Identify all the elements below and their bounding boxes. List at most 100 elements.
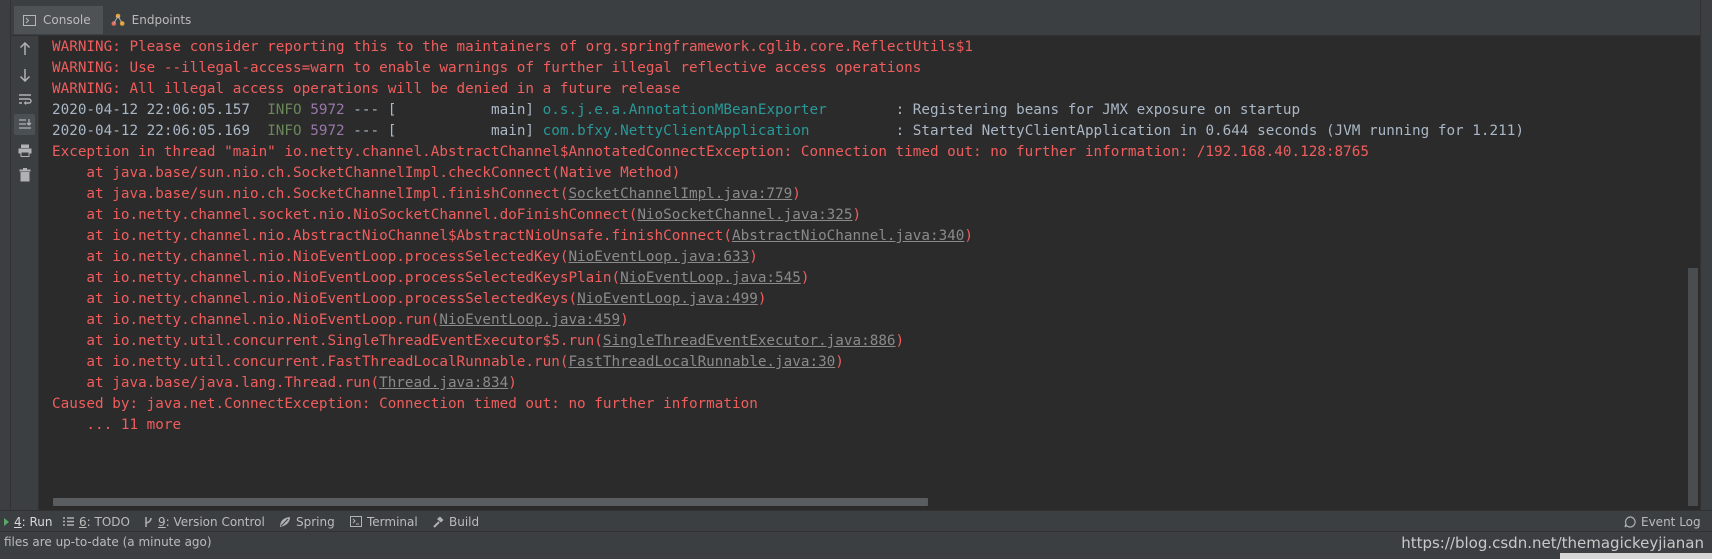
console-text: Exception in thread "main" io.netty.chan…	[52, 144, 1369, 160]
todo-toolwindow-button[interactable]: 6: TODO	[63, 511, 130, 532]
run-mnemonic: 4	[14, 514, 22, 529]
console-text: at io.netty.util.concurrent.SingleThread…	[52, 333, 603, 349]
process-id: 5972	[310, 123, 345, 139]
terminal-toolwindow-button[interactable]: Terminal	[350, 511, 418, 532]
clear-all-button[interactable]	[14, 164, 35, 185]
console-line: at java.base/java.lang.Thread.run(Thread…	[52, 372, 516, 395]
stacktrace-source-link[interactable]: NioEventLoop.java:499	[577, 291, 758, 307]
stacktrace-source-link[interactable]: AbstractNioChannel.java:340	[732, 228, 964, 244]
console-text: )	[749, 249, 758, 265]
stacktrace-source-link[interactable]: Thread.java:834	[379, 375, 508, 391]
spring-leaf-icon	[279, 516, 291, 528]
console-line: Caused by: java.net.ConnectException: Co…	[52, 393, 758, 416]
watermark-text: https://blog.csdn.net/themagickeyjianan	[1401, 534, 1704, 552]
todo-list-icon	[63, 517, 74, 526]
stacktrace-source-link[interactable]: NioSocketChannel.java:325	[637, 207, 852, 223]
scroll-down-button[interactable]	[14, 64, 35, 85]
stacktrace-source-link[interactable]: NioEventLoop.java:459	[439, 312, 620, 328]
tab-console[interactable]: Console	[14, 6, 103, 34]
print-button[interactable]	[14, 140, 35, 161]
console-text: : Started NettyClientApplication in 0.64…	[886, 123, 1524, 139]
console-line: ... 11 more	[52, 414, 181, 437]
console-text: at io.netty.channel.nio.AbstractNioChann…	[52, 228, 732, 244]
console-line: at io.netty.channel.nio.NioEventLoop.run…	[52, 309, 629, 332]
vcs-label: : Version Control	[165, 514, 265, 529]
console-text: 2020-04-12 22:06:05.157	[52, 102, 268, 118]
tab-endpoints[interactable]: Endpoints	[103, 6, 204, 34]
console-text: --- [ main]	[344, 102, 543, 118]
status-bar: files are up-to-date (a minute ago) http…	[0, 531, 1712, 554]
run-icon	[4, 517, 9, 526]
console-text: Caused by: java.net.ConnectException: Co…	[52, 396, 758, 412]
console-line: at io.netty.channel.nio.AbstractNioChann…	[52, 225, 973, 248]
console-text: at java.base/java.lang.Thread.run(	[52, 375, 380, 391]
console-text: WARNING: Use --illegal-access=warn to en…	[52, 60, 922, 76]
console-line: at io.netty.util.concurrent.FastThreadLo…	[52, 351, 843, 374]
spring-toolwindow-button[interactable]: Spring	[279, 511, 335, 532]
stacktrace-source-link[interactable]: NioEventLoop.java:545	[620, 270, 801, 286]
terminal-label: Terminal	[367, 514, 418, 529]
tool-window-bar: 4: Run 6: TODO 9: Version Control Spring…	[0, 510, 1712, 532]
run-label: : Run	[21, 514, 53, 529]
process-id: 5972	[310, 102, 345, 118]
endpoints-icon	[111, 13, 125, 27]
event-log-label: Event Log	[1641, 514, 1701, 529]
right-tool-strip	[1700, 0, 1712, 510]
stacktrace-source-link[interactable]: SocketChannelImpl.java:779	[568, 186, 792, 202]
stacktrace-source-link[interactable]: FastThreadLocalRunnable.java:30	[568, 354, 835, 370]
vcs-branch-icon	[144, 516, 153, 528]
logger-name: o.s.j.e.a.AnnotationMBeanExporter	[542, 102, 887, 118]
console-line: at java.base/sun.nio.ch.SocketChannelImp…	[52, 162, 680, 185]
soft-wrap-button[interactable]	[14, 89, 35, 110]
console-output[interactable]: WARNING: Please consider reporting this …	[39, 36, 1699, 510]
hammer-icon	[432, 516, 444, 528]
vcs-mnemonic: 9	[158, 514, 166, 529]
console-text: )	[895, 333, 905, 349]
tool-window-header: Console Endpoints	[0, 0, 1712, 36]
console-text: )	[620, 312, 629, 328]
console-line: at io.netty.channel.nio.NioEventLoop.pro…	[52, 267, 809, 290]
scroll-up-button[interactable]	[14, 38, 35, 59]
scroll-to-end-icon	[18, 119, 31, 129]
version-control-toolwindow-button[interactable]: 9: Version Control	[144, 511, 265, 532]
console-text: )	[800, 270, 810, 286]
horizontal-scrollbar[interactable]	[53, 498, 928, 506]
console-text: at java.base/sun.nio.ch.SocketChannelImp…	[52, 186, 569, 202]
stacktrace-source-link[interactable]: SingleThreadEventExecutor.java:886	[603, 333, 896, 349]
console-line: at io.netty.channel.nio.NioEventLoop.pro…	[52, 246, 758, 269]
vertical-scrollbar[interactable]	[1688, 268, 1698, 506]
console-line: at io.netty.channel.nio.NioEventLoop.pro…	[52, 288, 766, 311]
console-text: WARNING: Please consider reporting this …	[52, 39, 973, 55]
arrow-up-icon	[19, 41, 30, 55]
trash-icon	[19, 167, 30, 181]
console-text: at io.netty.util.concurrent.FastThreadLo…	[52, 354, 569, 370]
arrow-down-icon	[19, 68, 30, 82]
tab-strip: Console Endpoints	[14, 6, 203, 34]
status-message[interactable]: files are up-to-date (a minute ago)	[4, 535, 212, 549]
build-toolwindow-button[interactable]: Build	[432, 511, 479, 532]
console-line: WARNING: Please consider reporting this …	[52, 36, 973, 59]
spring-label: Spring	[296, 514, 335, 529]
console-text: at java.base/sun.nio.ch.SocketChannelImp…	[52, 165, 681, 181]
console-line: at io.netty.channel.socket.nio.NioSocket…	[52, 204, 861, 227]
window-bottom-edge	[0, 553, 1712, 559]
todo-label: : TODO	[86, 514, 130, 529]
tab-label: Console	[43, 13, 91, 27]
tab-label: Endpoints	[131, 13, 192, 27]
console-line: 2020-04-12 22:06:05.157 INFO 5972 --- [ …	[52, 99, 1300, 122]
run-toolwindow-button[interactable]: 4: Run	[4, 511, 53, 532]
console-text: : Registering beans for JMX exposure on …	[886, 102, 1301, 118]
console-line: WARNING: All illegal access operations w…	[52, 78, 680, 101]
event-log-toolwindow-button[interactable]: Event Log	[1624, 511, 1701, 532]
logger-name: com.bfxy.NettyClientApplication	[542, 123, 887, 139]
console-line: at java.base/sun.nio.ch.SocketChannelImp…	[52, 183, 800, 206]
log-level: INFO	[267, 123, 302, 139]
stacktrace-source-link[interactable]: NioEventLoop.java:633	[568, 249, 749, 265]
build-label: Build	[449, 514, 480, 529]
scroll-to-end-button[interactable]	[14, 114, 35, 135]
soft-wrap-icon	[18, 94, 32, 105]
console-text: ... 11 more	[52, 417, 182, 433]
console-text: WARNING: All illegal access operations w…	[52, 81, 681, 97]
